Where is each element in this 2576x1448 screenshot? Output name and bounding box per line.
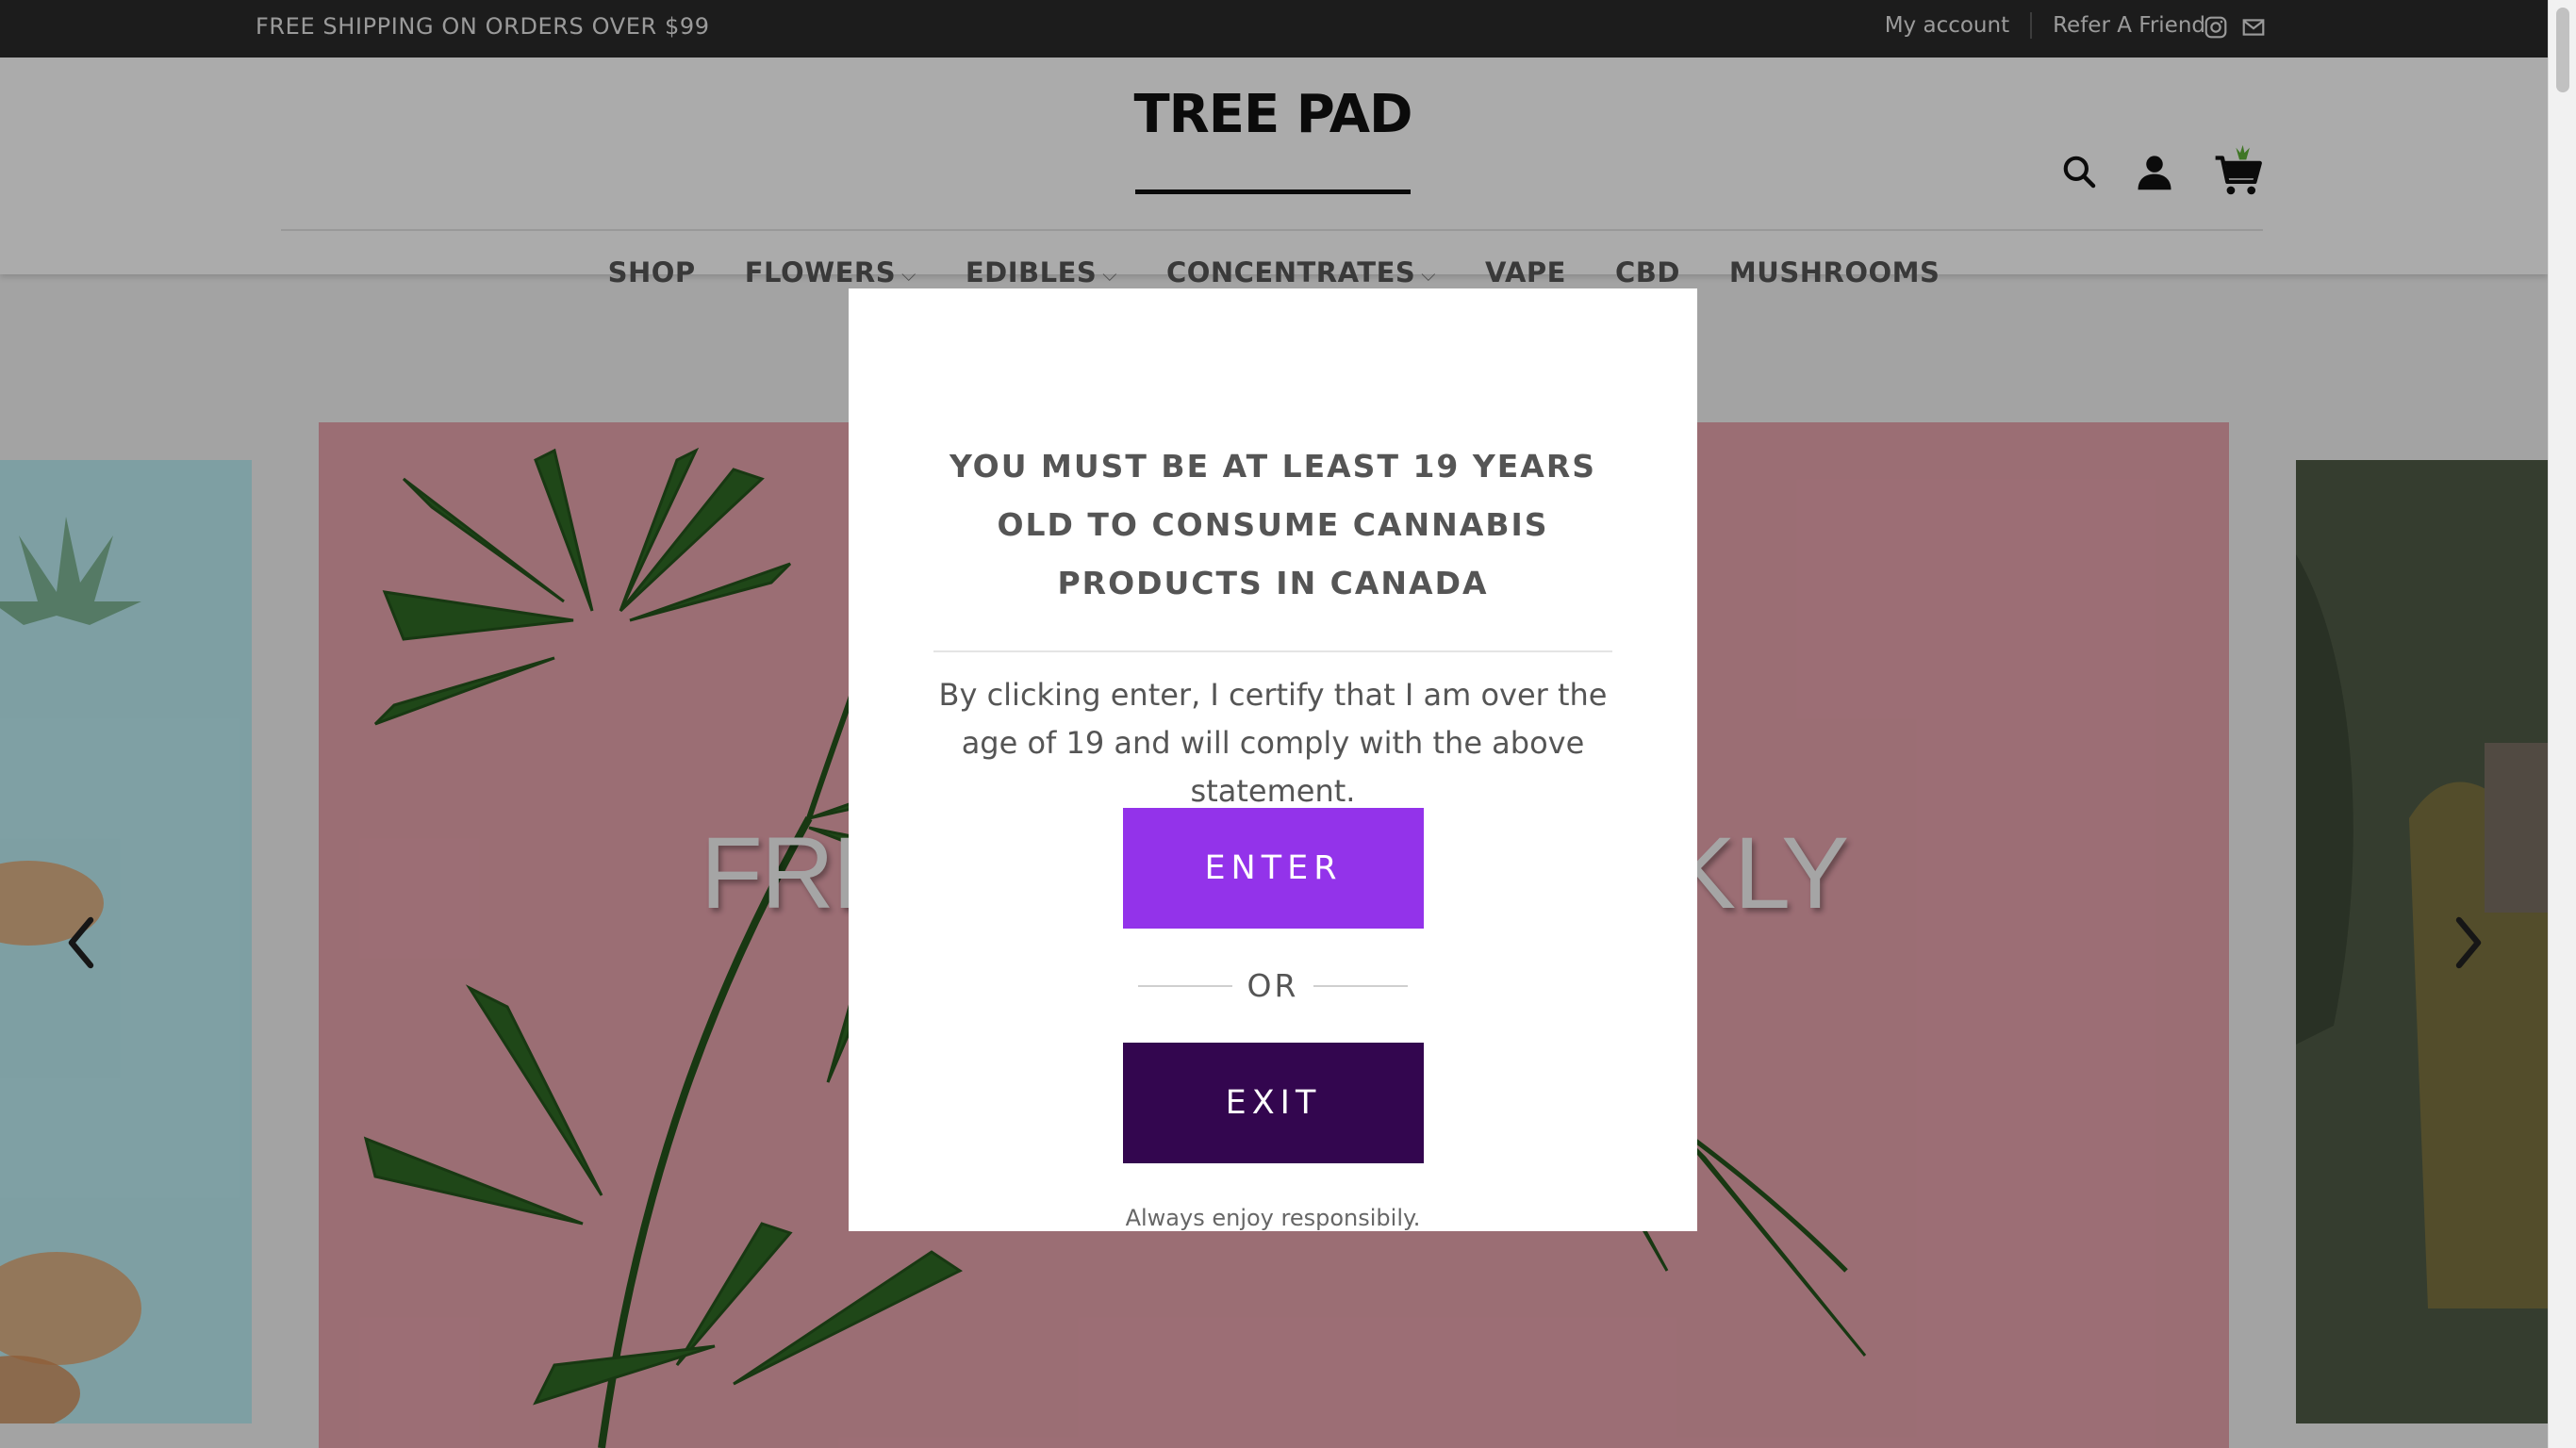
age-verification-modal: YOU MUST BE AT LEAST 19 YEARS OLD TO CON… [849, 288, 1697, 1231]
page-scrollbar[interactable] [2548, 0, 2576, 1448]
or-line-right [1313, 984, 1408, 987]
enter-button[interactable]: ENTER [1123, 808, 1424, 929]
age-warning-heading: YOU MUST BE AT LEAST 19 YEARS OLD TO CON… [949, 448, 1597, 601]
responsibility-note: Always enjoy responsibily. [1125, 1205, 1421, 1231]
exit-button[interactable]: EXIT [1123, 1043, 1424, 1163]
or-label: OR [1247, 967, 1299, 1004]
or-line-left [1138, 984, 1232, 987]
age-certification-text: By clicking enter, I certify that I am o… [938, 677, 1608, 809]
or-separator: OR [1138, 967, 1408, 1004]
modal-divider [933, 650, 1612, 652]
scrollbar-thumb[interactable] [2556, 8, 2569, 92]
